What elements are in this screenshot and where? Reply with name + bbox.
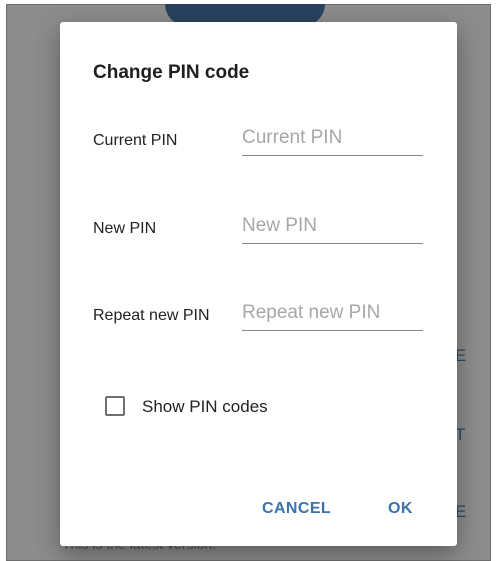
show-pin-codes-toggle[interactable]: Show PIN codes [105,394,355,422]
new-pin-row: New PIN [93,208,426,248]
current-pin-label: Current PIN [93,132,178,149]
show-pin-checkbox[interactable] [105,396,125,416]
change-pin-dialog: Change PIN code Current PIN New PIN Repe… [60,22,457,546]
cancel-button[interactable]: CANCEL [256,496,337,522]
new-pin-label: New PIN [93,220,157,237]
dialog-title: Change PIN code [93,62,250,83]
ok-button[interactable]: OK [382,496,419,522]
current-pin-row: Current PIN [93,120,426,160]
repeat-pin-label: Repeat new PIN [93,307,210,324]
repeat-pin-input[interactable] [242,295,423,331]
repeat-pin-row: Repeat new PIN [93,295,426,335]
new-pin-input[interactable] [242,208,423,244]
current-pin-input[interactable] [242,120,423,156]
show-pin-label: Show PIN codes [142,397,268,416]
